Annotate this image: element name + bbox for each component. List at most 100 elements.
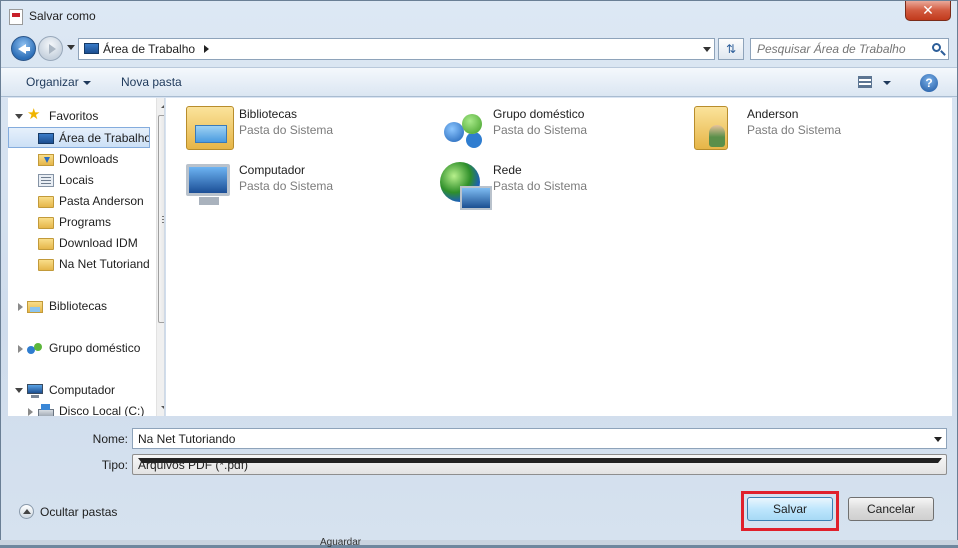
folder-icon: [38, 259, 54, 271]
user-folder-icon: [694, 106, 728, 150]
list-item[interactable]: Grupo doméstico Pasta do Sistema: [420, 102, 660, 154]
chevron-down-icon[interactable]: [934, 437, 942, 442]
libraries-icon: [27, 301, 43, 313]
homegroup-icon: [27, 342, 43, 356]
expand-icon[interactable]: [15, 114, 23, 119]
filename-input[interactable]: [138, 431, 918, 446]
scroll-up-icon[interactable]: [161, 104, 164, 108]
search-box[interactable]: [750, 38, 949, 60]
list-item[interactable]: Bibliotecas Pasta do Sistema: [166, 102, 406, 154]
chevron-down-icon[interactable]: [138, 458, 942, 463]
nav-item-programs[interactable]: Programs: [8, 212, 150, 233]
scroll-thumb[interactable]: [158, 115, 164, 323]
homegroup-icon: [440, 106, 488, 150]
back-button[interactable]: [11, 36, 36, 61]
nav-homegroup[interactable]: Grupo doméstico: [8, 338, 150, 359]
nav-computer[interactable]: Computador: [8, 380, 150, 401]
recent-places-icon: [38, 174, 54, 187]
expand-icon[interactable]: [28, 408, 33, 416]
nav-item-desktop[interactable]: Área de Trabalho: [8, 127, 150, 148]
nav-label: Computador: [49, 383, 116, 397]
expand-icon[interactable]: [15, 388, 23, 393]
file-list[interactable]: Bibliotecas Pasta do Sistema Grupo domés…: [166, 98, 952, 416]
folder-icon: [38, 238, 54, 250]
nav-label: Disco Local (C:): [59, 404, 145, 416]
folder-icon: [38, 217, 54, 229]
nav-item-na-net-tutoriando[interactable]: Na Net Tutoriando: [8, 254, 150, 275]
window-title: Salvar como: [29, 9, 96, 23]
address-path[interactable]: Área de Trabalho: [103, 42, 195, 56]
nav-label: Área de Trabalho: [59, 131, 150, 145]
item-name: Anderson: [747, 107, 799, 121]
background-window-strip: Aguardar: [0, 537, 958, 548]
pdf-app-icon: [9, 9, 23, 25]
item-type: Pasta do Sistema: [747, 123, 842, 137]
command-bar: Organizar Nova pasta ?: [1, 67, 957, 97]
item-name: Grupo doméstico: [493, 107, 585, 121]
nav-item-pasta-anderson[interactable]: Pasta Anderson: [8, 191, 150, 212]
new-folder-button[interactable]: Nova pasta: [121, 75, 182, 89]
title-bar: Salvar como ✕: [1, 1, 957, 31]
search-icon[interactable]: [932, 43, 941, 52]
view-dropdown-icon[interactable]: [883, 81, 891, 85]
nav-label: Programs: [59, 215, 112, 229]
navigation-pane[interactable]: ★ Favoritos Área de Trabalho Downloads L…: [8, 98, 165, 416]
item-name: Bibliotecas: [239, 107, 298, 121]
nav-libraries[interactable]: Bibliotecas: [8, 296, 150, 317]
hide-folders-toggle[interactable]: Ocultar pastas: [19, 503, 139, 521]
nav-favorites[interactable]: ★ Favoritos: [8, 106, 150, 127]
nav-label: Download IDM: [59, 236, 138, 250]
nav-label: Na Net Tutoriando: [59, 257, 150, 271]
collapse-icon[interactable]: [19, 504, 34, 519]
chevron-down-icon[interactable]: [83, 81, 91, 85]
forward-button[interactable]: [38, 36, 63, 61]
list-item[interactable]: Computador Pasta do Sistema: [166, 158, 406, 210]
filetype-label: Tipo:: [101, 458, 128, 472]
list-item[interactable]: Anderson Pasta do Sistema: [674, 102, 914, 154]
network-icon: [440, 162, 492, 210]
cancel-button[interactable]: Cancelar: [848, 497, 934, 521]
refresh-button[interactable]: ⇅: [718, 38, 744, 60]
item-name: Computador: [239, 163, 306, 177]
nav-item-downloads[interactable]: Downloads: [8, 149, 150, 170]
filename-label: Nome:: [92, 432, 128, 446]
star-icon: ★: [27, 106, 41, 123]
computer-icon: [186, 164, 230, 205]
recent-locations-dropdown[interactable]: [67, 45, 75, 50]
item-name: Rede: [493, 163, 522, 177]
expand-icon[interactable]: [18, 345, 23, 353]
address-bar[interactable]: Área de Trabalho: [78, 38, 715, 60]
nav-label: Favoritos: [49, 109, 99, 123]
downloads-folder-icon: [38, 154, 54, 166]
nav-item-recent-places[interactable]: Locais: [8, 170, 150, 191]
organize-button[interactable]: Organizar: [26, 75, 79, 89]
desktop-icon: [38, 133, 54, 144]
hide-folders-label[interactable]: Ocultar pastas: [40, 505, 117, 519]
expand-icon[interactable]: [18, 303, 23, 311]
nav-label: Downloads: [59, 152, 119, 166]
nav-scrollbar[interactable]: [156, 98, 164, 416]
nav-label: Grupo doméstico: [49, 341, 141, 355]
libraries-icon: [186, 106, 234, 150]
close-button[interactable]: ✕: [905, 1, 951, 21]
save-as-dialog: Salvar como ✕ Área de Trabalho ⇅ Organiz…: [0, 0, 958, 545]
scroll-down-icon[interactable]: [161, 406, 164, 410]
nav-local-disk[interactable]: Disco Local (C:): [8, 401, 150, 416]
view-options-icon[interactable]: [858, 76, 872, 88]
computer-icon: [27, 384, 43, 398]
address-history-dropdown[interactable]: [703, 47, 711, 52]
grip-icon: [162, 216, 164, 223]
disk-icon: [38, 404, 54, 416]
item-type: Pasta do Sistema: [239, 123, 334, 137]
search-input[interactable]: [757, 41, 927, 57]
item-type: Pasta do Sistema: [239, 179, 334, 193]
filetype-select[interactable]: Arquivos PDF (*.pdf): [132, 454, 947, 475]
filename-field[interactable]: [132, 428, 947, 449]
folder-icon: [38, 196, 54, 208]
save-button[interactable]: Salvar: [747, 497, 833, 521]
nav-label: Locais: [59, 173, 94, 187]
breadcrumb-chevron-icon[interactable]: [204, 45, 209, 53]
nav-item-download-idm[interactable]: Download IDM: [8, 233, 150, 254]
help-icon[interactable]: ?: [920, 74, 938, 92]
list-item[interactable]: Rede Pasta do Sistema: [420, 158, 660, 210]
